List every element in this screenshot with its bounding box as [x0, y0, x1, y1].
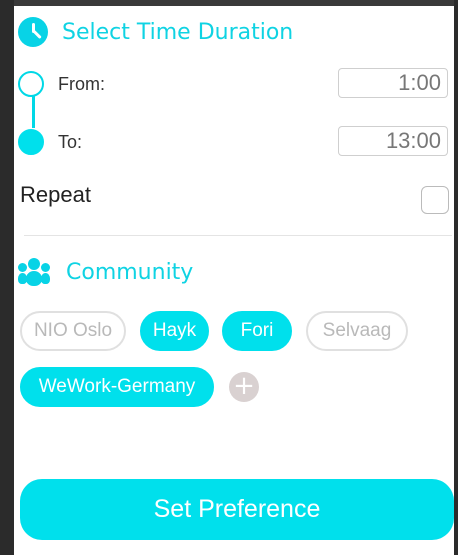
clock-icon [18, 17, 48, 47]
divider [24, 235, 452, 236]
community-title: Community [66, 259, 194, 285]
add-community-button[interactable]: + [229, 372, 259, 402]
people-icon [18, 258, 50, 286]
chip-wework-germany[interactable]: WeWork-Germany [20, 367, 214, 407]
time-section-title: Select Time Duration [62, 19, 294, 45]
time-section-header: Select Time Duration [18, 14, 293, 50]
from-row: From: 1:00 [18, 66, 448, 102]
left-edge [0, 0, 14, 555]
right-edge [454, 0, 458, 555]
from-time-input[interactable]: 1:00 [338, 68, 448, 98]
to-row: To: 13:00 [18, 124, 448, 160]
chip-hayk[interactable]: Hayk [140, 311, 209, 351]
to-label: To: [58, 131, 83, 152]
set-preference-button[interactable]: Set Preference [20, 479, 454, 540]
to-dot-icon [18, 129, 44, 155]
community-section-header: Community [18, 254, 193, 290]
chip-selvaag[interactable]: Selvaag [306, 311, 408, 351]
to-time-input[interactable]: 13:00 [338, 126, 448, 156]
repeat-checkbox[interactable] [421, 186, 449, 214]
chip-fori[interactable]: Fori [222, 311, 292, 351]
from-label: From: [58, 73, 105, 94]
repeat-label: Repeat [20, 182, 91, 207]
from-dot-icon [18, 71, 44, 97]
chip-nio-oslo[interactable]: NIO Oslo [20, 311, 126, 351]
